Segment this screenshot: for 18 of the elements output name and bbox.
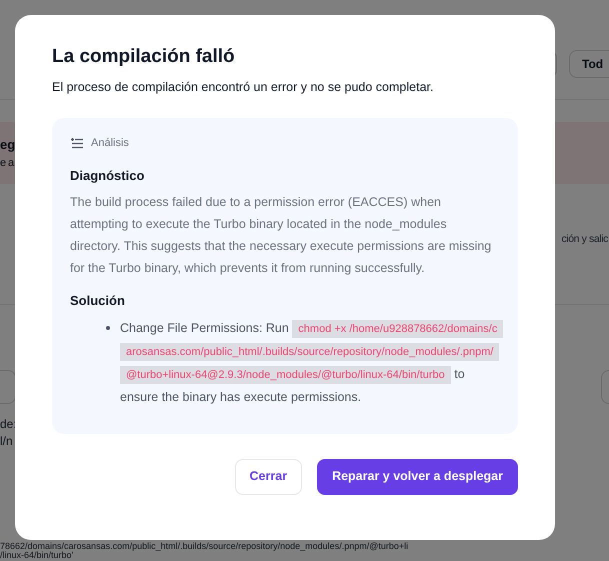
log-line: de: <box>0 416 18 433</box>
diagnosis-text: The build process failed due to a permission error (EACCES) when attempting to execute the Turbo binary located in the node_modules directory. This suggests that the necessary execute permissions are missing for the Turbo binary, which prevents it from running successfully. <box>70 194 492 278</box>
banner-text: e a <box>0 156 14 170</box>
redeploy-button[interactable]: Reparar y volver a desplegar <box>317 458 518 495</box>
list-icon <box>70 138 83 149</box>
log-line: /linux-64/bin/turbo' <box>0 551 74 560</box>
analysis-label: Análisis <box>91 136 129 152</box>
header-button[interactable]: Tod <box>569 50 609 78</box>
dialog-title: La compilación falló <box>52 45 235 69</box>
log-line: l/n <box>0 433 14 450</box>
dialog-subtitle: El proceso de compilación encontró un error y no se pudo completar. <box>52 78 434 96</box>
solution-heading: Solución <box>70 292 125 310</box>
description-text: ción y salic <box>561 232 608 247</box>
diagnosis-heading: Diagnóstico <box>70 166 144 185</box>
close-button[interactable]: Cerrar <box>234 458 302 495</box>
log-line: 78662/domains/carosansas.com/public_html/.builds/source/repository/node_modules/.pnpm/@turbo+li <box>0 542 410 551</box>
banner-text: eg <box>0 136 16 154</box>
bullet-icon <box>106 326 110 330</box>
